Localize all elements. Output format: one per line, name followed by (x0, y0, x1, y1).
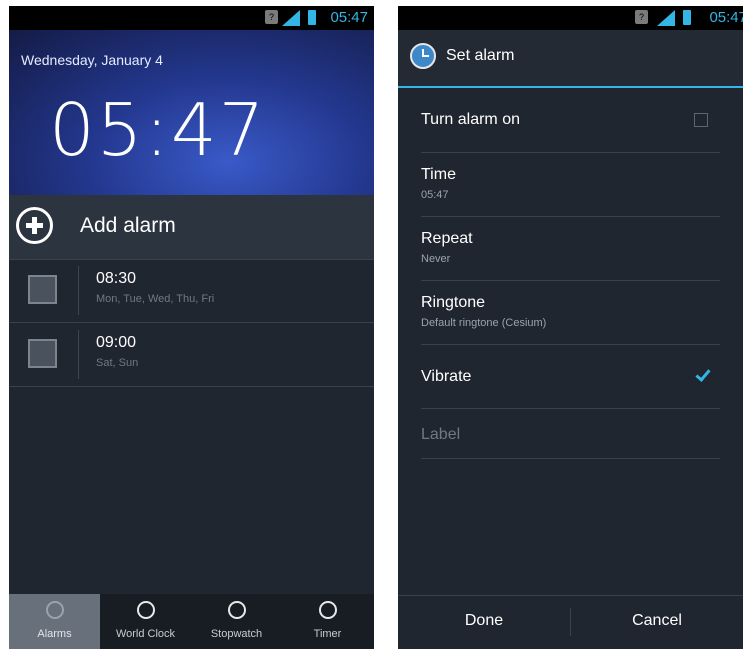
pref-summary: Default ringtone (Cesium) (421, 317, 547, 329)
tab-label: Timer (313, 628, 342, 640)
signal-icon (282, 10, 300, 26)
no-sim-icon: ? (265, 10, 278, 24)
alarm-enable-checkbox[interactable] (28, 339, 57, 368)
alarm-time: 08:30 (96, 270, 137, 287)
alarm-row-0830[interactable]: 08:30 Mon, Tue, Wed, Thu, Fri (9, 259, 374, 323)
stopwatch-icon (227, 601, 246, 619)
pref-title: Time (421, 166, 456, 183)
page-title: Set alarm (446, 47, 515, 64)
date-text: Wednesday, January 4 (21, 52, 163, 68)
turn-alarm-on-checkbox[interactable] (694, 113, 708, 127)
status-time: 05:47 (330, 9, 368, 26)
button-bar: Done Cancel (398, 595, 743, 649)
tab-label: Stopwatch (210, 628, 263, 640)
alarm-clock-icon (45, 601, 64, 619)
add-alarm-button[interactable]: Add alarm (9, 195, 374, 260)
pref-summary: Never (421, 253, 451, 265)
pref-summary: 05:47 (421, 189, 449, 201)
vibrate-row[interactable]: Vibrate (421, 344, 720, 409)
action-bar: Set alarm (398, 30, 743, 88)
done-label: Done (464, 612, 504, 629)
no-sim-icon: ? (635, 10, 648, 24)
set-alarm-screen: ? 05:47 Set alarm Turn alarm on Time 05:… (398, 6, 743, 649)
status-bar: ? 05:47 (9, 6, 374, 30)
time-row[interactable]: Time 05:47 (421, 152, 720, 217)
alarm-days: Mon, Tue, Wed, Thu, Fri (96, 293, 215, 305)
pref-title: Turn alarm on (421, 111, 520, 128)
pref-title: Vibrate (421, 368, 472, 385)
repeat-row[interactable]: Repeat Never (421, 216, 720, 281)
pref-title: Ringtone (421, 294, 486, 311)
divider (78, 330, 79, 379)
status-time: 05:47 (709, 9, 743, 26)
digital-clock: 05:47 (49, 88, 267, 172)
done-button[interactable]: Done (398, 596, 570, 649)
add-alarm-label: Add alarm (80, 214, 176, 237)
ringtone-row[interactable]: Ringtone Default ringtone (Cesium) (421, 280, 720, 345)
bottom-tab-bar: Alarms World Clock Stopwatch Timer (9, 594, 374, 649)
tab-alarms[interactable]: Alarms (9, 594, 100, 649)
tab-stopwatch[interactable]: Stopwatch (191, 594, 282, 649)
signal-icon (657, 10, 675, 26)
alarm-time: 09:00 (96, 334, 137, 351)
status-bar: ? 05:47 (398, 6, 743, 30)
turn-alarm-on-row[interactable]: Turn alarm on (421, 88, 720, 153)
alarm-days: Sat, Sun (96, 357, 139, 369)
battery-icon (308, 10, 316, 25)
alarm-row-0900[interactable]: 09:00 Sat, Sun (9, 323, 374, 387)
clock-header: Wednesday, January 4 05:47 (9, 30, 374, 195)
pref-title: Repeat (421, 230, 473, 247)
tab-timer[interactable]: Timer (282, 594, 373, 649)
timer-icon (318, 601, 337, 619)
alarm-enable-checkbox[interactable] (28, 275, 57, 304)
vibrate-checkbox[interactable] (694, 368, 708, 382)
label-field[interactable]: Label (421, 408, 720, 459)
battery-icon (683, 10, 691, 25)
tab-label: World Clock (115, 628, 176, 640)
globe-icon (136, 601, 155, 619)
alarms-screen: ? 05:47 Wednesday, January 4 05:47 Add a… (9, 6, 374, 649)
clock-icon[interactable] (410, 43, 436, 69)
cancel-button[interactable]: Cancel (571, 596, 743, 649)
label-placeholder: Label (421, 426, 461, 443)
divider (78, 266, 79, 315)
cancel-label: Cancel (632, 612, 682, 629)
add-icon (16, 207, 53, 244)
tab-label: Alarms (37, 628, 72, 640)
tab-world-clock[interactable]: World Clock (100, 594, 191, 649)
